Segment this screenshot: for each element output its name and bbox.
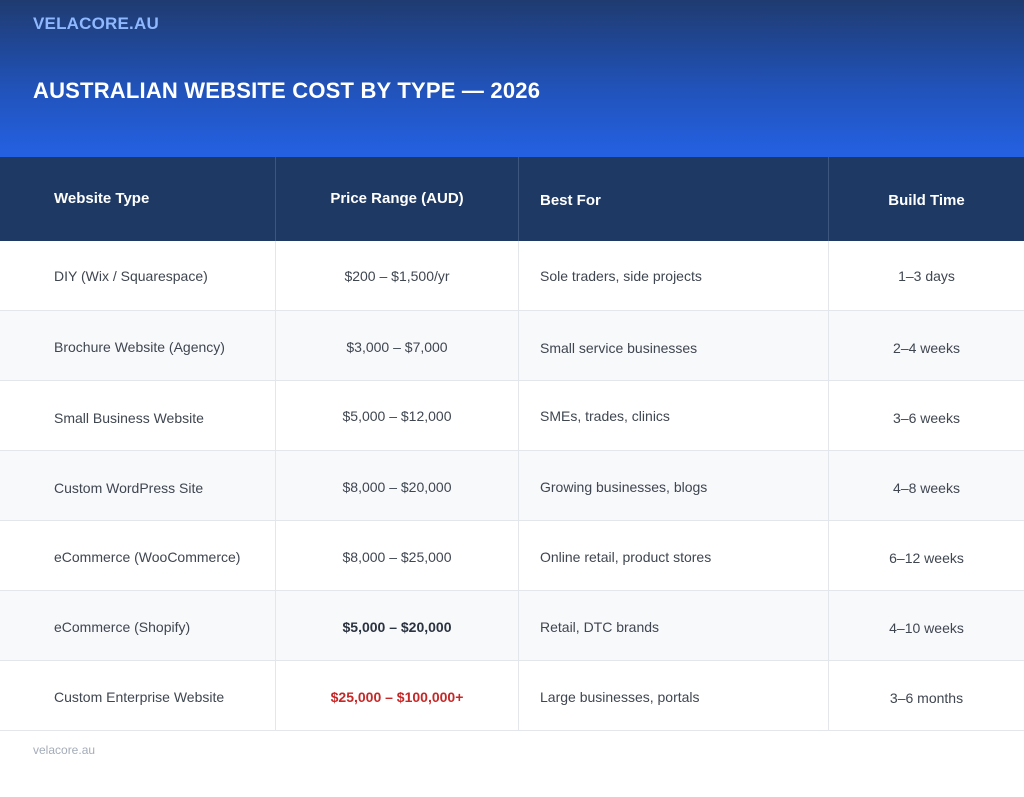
cell-text: 2–4 weeks [893,340,960,356]
cell-text: 6–12 weeks [889,550,964,566]
cell-price-range: $25,000 – $100,000+ [276,661,519,730]
cell-text: 3–6 months [889,690,964,706]
cell-text: $3,000 – $7,000 [346,339,448,355]
column-header-label: Price Range (AUD) [330,190,464,207]
cell-best-for: Small service businesses [519,311,829,380]
table-row: eCommerce (WooCommerce) $8,000 – $25,000… [0,521,1024,591]
cell-build-time: 3–6 weeks [829,381,1024,450]
column-header-price-range: Price Range (AUD) [276,157,519,241]
cell-text: $200 – $1,500/yr [344,268,450,284]
cell-website-type: eCommerce (WooCommerce) [0,521,276,590]
cell-text: eCommerce (WooCommerce) [54,549,241,565]
cost-table: Website Type Price Range (AUD) Best For … [0,157,1024,731]
table-row: eCommerce (Shopify) $5,000 – $20,000 Ret… [0,591,1024,661]
cell-text: 4–10 weeks [889,620,964,636]
cell-build-time: 2–4 weeks [829,311,1024,380]
column-header-label: Website Type [54,190,150,207]
column-header-best-for: Best For [519,157,829,241]
cell-text: Sole traders, side projects [540,268,702,284]
column-header-label: Best For [540,192,601,209]
cell-best-for: Growing businesses, blogs [519,451,829,520]
cell-text: Large businesses, portals [540,689,700,705]
cell-website-type: Custom Enterprise Website [0,661,276,730]
cell-text: $5,000 – $12,000 [342,408,452,424]
cell-text: Custom Enterprise Website [54,689,225,705]
cell-price-range: $3,000 – $7,000 [276,311,519,380]
table-row: Custom WordPress Site $8,000 – $20,000 G… [0,451,1024,521]
cell-text: 4–8 weeks [893,480,960,496]
cell-build-time: 6–12 weeks [829,521,1024,590]
page-title: AUSTRALIAN WEBSITE COST BY TYPE — 2026 [33,78,541,103]
cell-best-for: Online retail, product stores [519,521,829,590]
cell-text: $8,000 – $25,000 [342,549,452,565]
footer-domain: velacore.au [33,743,96,757]
cell-website-type: Custom WordPress Site [0,451,276,520]
cell-best-for: Retail, DTC brands [519,591,829,660]
cell-text: SMEs, trades, clinics [540,408,670,424]
cell-website-type: Brochure Website (Agency) [0,311,276,380]
cell-price-range: $5,000 – $12,000 [276,381,519,450]
page: VELACORE.AU AUSTRALIAN WEBSITE COST BY T… [0,0,1024,797]
cell-best-for: SMEs, trades, clinics [519,381,829,450]
column-header-label: Build Time [888,192,965,209]
column-header-build-time: Build Time [829,157,1024,241]
cell-text-highlight: $25,000 – $100,000+ [330,689,464,705]
cell-best-for: Large businesses, portals [519,661,829,730]
table-row: DIY (Wix / Squarespace) $200 – $1,500/yr… [0,241,1024,311]
cell-build-time: 1–3 days [829,241,1024,310]
cell-text: Online retail, product stores [540,549,712,565]
table-row: Small Business Website $5,000 – $12,000 … [0,381,1024,451]
cell-text: $8,000 – $20,000 [342,479,452,495]
cell-text-bold: $5,000 – $20,000 [342,619,452,635]
cell-price-range: $5,000 – $20,000 [276,591,519,660]
cell-build-time: 4–10 weeks [829,591,1024,660]
cell-price-range: $8,000 – $25,000 [276,521,519,590]
cell-website-type: DIY (Wix / Squarespace) [0,241,276,310]
cell-text: DIY (Wix / Squarespace) [54,268,208,284]
cell-text: Small Business Website [54,410,204,426]
cell-text: eCommerce (Shopify) [54,619,191,635]
cell-text: Growing businesses, blogs [540,479,708,495]
cell-text: Brochure Website (Agency) [54,339,225,355]
cell-price-range: $200 – $1,500/yr [276,241,519,310]
header-banner: VELACORE.AU AUSTRALIAN WEBSITE COST BY T… [0,0,1024,157]
cell-website-type: eCommerce (Shopify) [0,591,276,660]
column-header-website-type: Website Type [0,157,276,241]
cell-text: 1–3 days [898,268,955,284]
cell-build-time: 3–6 months [829,661,1024,730]
cell-website-type: Small Business Website [0,381,276,450]
cell-best-for: Sole traders, side projects [519,241,829,310]
cell-text: Retail, DTC brands [540,619,660,635]
table-header-row: Website Type Price Range (AUD) Best For … [0,157,1024,241]
cell-text: 3–6 weeks [893,410,960,426]
table-row: Custom Enterprise Website $25,000 – $100… [0,661,1024,731]
cell-text: Custom WordPress Site [54,480,204,496]
table-row: Brochure Website (Agency) $3,000 – $7,00… [0,311,1024,381]
brand-logo-text: VELACORE.AU [33,14,159,33]
cell-build-time: 4–8 weeks [829,451,1024,520]
cell-text: Small service businesses [540,340,698,356]
cell-price-range: $8,000 – $20,000 [276,451,519,520]
